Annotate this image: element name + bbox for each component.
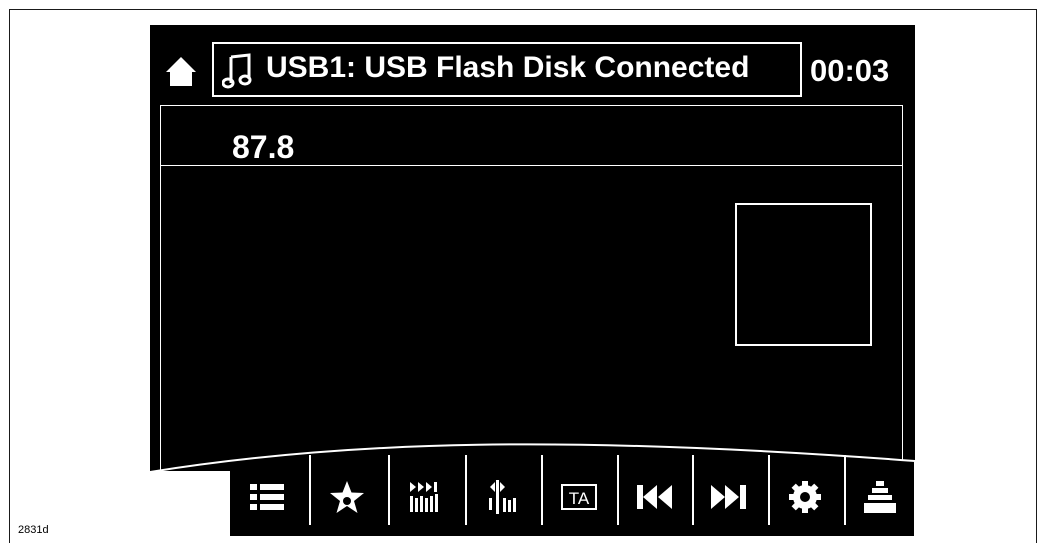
traffic-announcement-button[interactable]: TA (554, 465, 604, 529)
tune-icon (489, 480, 516, 514)
album-art-placeholder (735, 203, 872, 346)
toolbar-separator (388, 455, 390, 525)
star-icon (330, 481, 364, 513)
toolbar-separator (465, 455, 467, 525)
settings-button[interactable] (780, 465, 830, 529)
list-icon (250, 484, 284, 510)
eject-button[interactable] (855, 465, 905, 529)
eject-icon (864, 481, 896, 513)
blank-button-area (150, 471, 230, 537)
toolbar-separator (768, 455, 770, 525)
music-note-icon (221, 53, 252, 89)
toolbar-separator (844, 455, 846, 525)
source-status-box: USB1: USB Flash Disk Connected (212, 42, 802, 97)
clock: 00:03 (810, 53, 890, 88)
previous-track-button[interactable] (629, 465, 681, 529)
skip-next-icon (711, 485, 746, 509)
figure-caption: 2831d (18, 524, 49, 536)
next-track-button[interactable] (702, 465, 754, 529)
tune-button[interactable] (478, 465, 528, 529)
gear-icon (789, 481, 821, 513)
favorite-button[interactable] (322, 465, 372, 529)
toolbar-separator (692, 455, 694, 525)
list-button[interactable] (242, 465, 292, 529)
scan-icon (410, 482, 438, 512)
toolbar-separator (617, 455, 619, 525)
skip-previous-icon (637, 485, 672, 509)
scan-button[interactable] (400, 465, 450, 529)
frequency-display: 87.8 (232, 129, 295, 165)
ta-label: TA (569, 489, 590, 508)
home-icon[interactable] (165, 55, 197, 87)
toolbar-separator (541, 455, 543, 525)
toolbar-separator (309, 455, 311, 525)
head-unit-screen: USB1: USB Flash Disk Connected 00:03 87.… (150, 25, 915, 537)
source-status-text: USB1: USB Flash Disk Connected (266, 51, 750, 84)
ta-icon: TA (561, 484, 597, 510)
